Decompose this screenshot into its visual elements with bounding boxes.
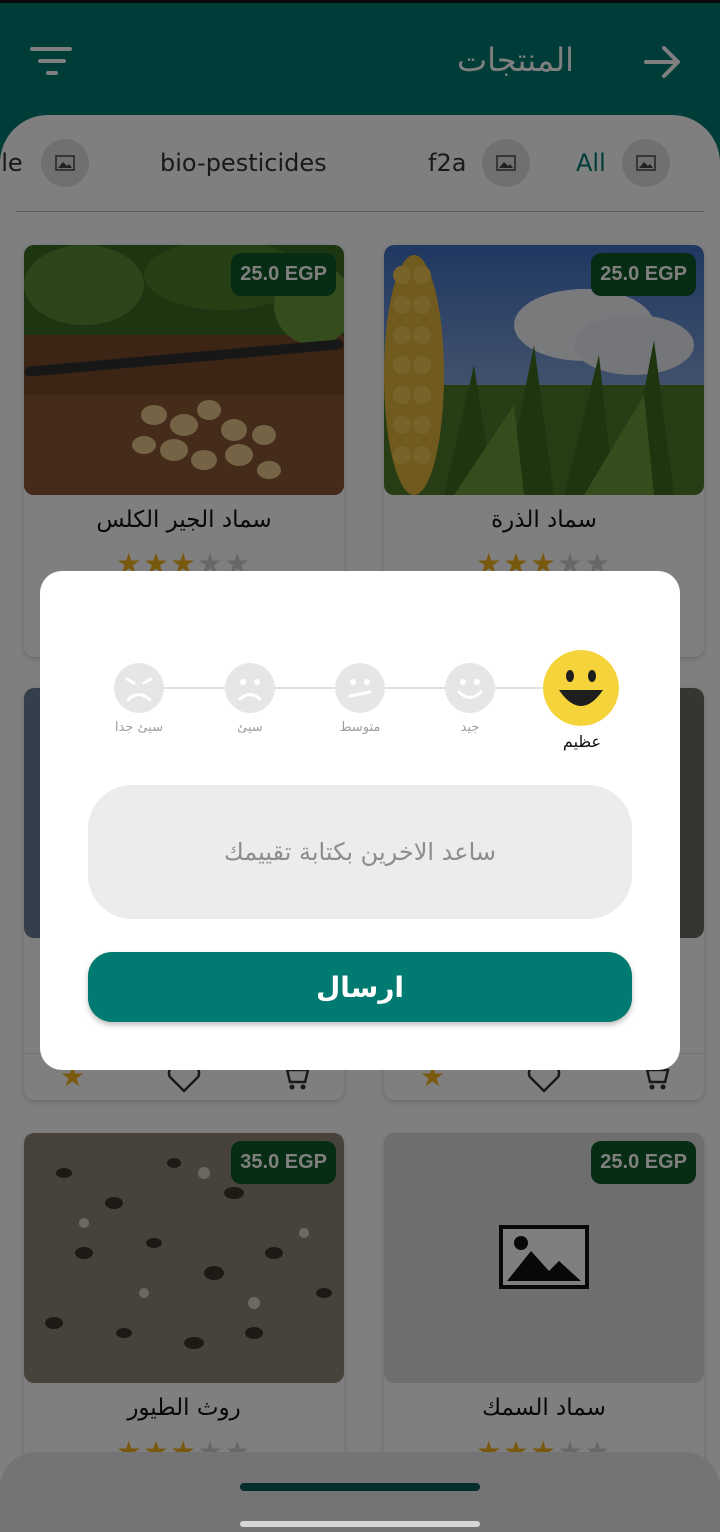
smiley-very-sad-icon[interactable]	[114, 663, 164, 713]
smiley-sad-icon[interactable]	[225, 663, 275, 713]
smiley-neutral-icon[interactable]	[335, 663, 385, 713]
rating-dialog: عظيم جيد متوسط سيئ سيئ جدا ارسال	[40, 571, 680, 1070]
rating-label-bad: سيئ	[237, 720, 263, 735]
rating-label-great: عظيم	[562, 732, 602, 751]
review-input[interactable]	[88, 785, 632, 919]
rating-label-good: جيد	[460, 720, 480, 735]
rating-label-average: متوسط	[339, 720, 381, 735]
review-field-container	[88, 785, 632, 919]
smiley-great-icon[interactable]	[543, 650, 619, 726]
send-button[interactable]: ارسال	[88, 952, 632, 1022]
home-indicator	[240, 1521, 480, 1527]
smiley-good-icon[interactable]	[445, 663, 495, 713]
rating-label-very-bad: سيئ جدا	[114, 720, 164, 735]
